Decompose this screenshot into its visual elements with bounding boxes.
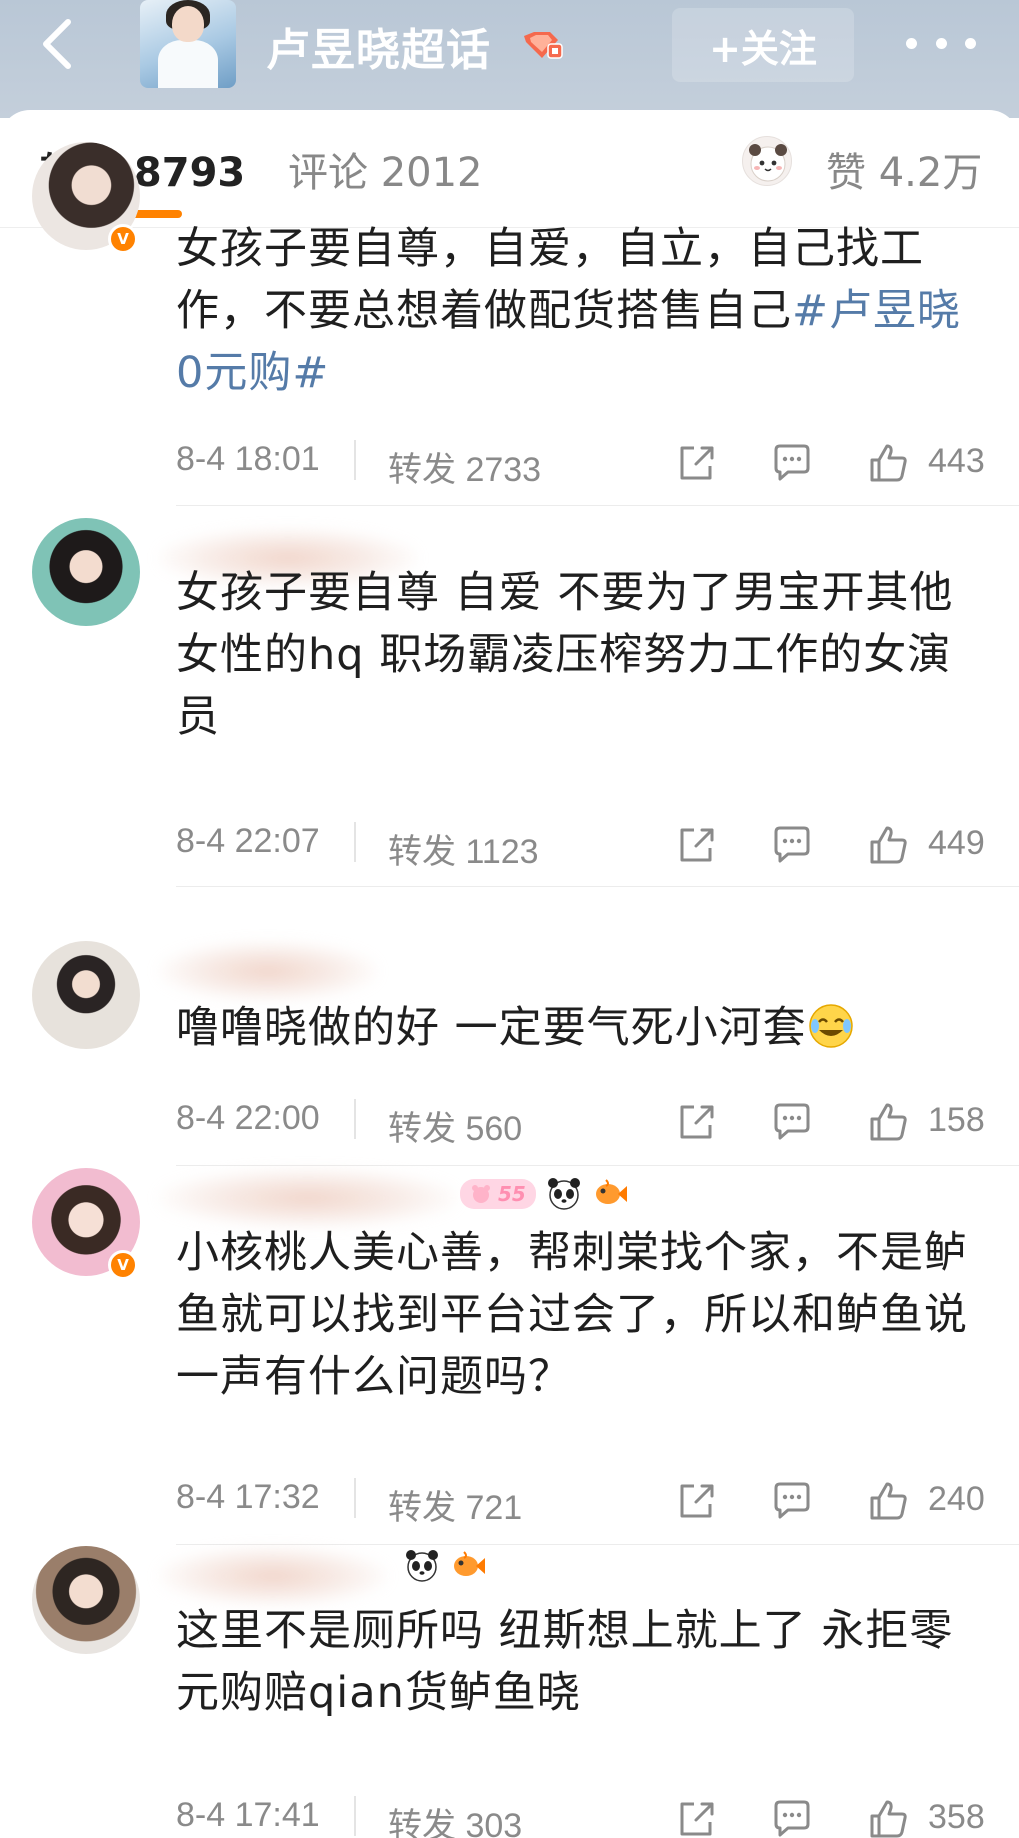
verified-badge-icon: V	[108, 224, 138, 254]
comment-meta: 8-4 17:41 转发 303 358	[176, 1796, 996, 1838]
fish-icon	[595, 1179, 627, 1204]
share-icon[interactable]	[674, 440, 718, 484]
timestamp: 8-4 17:41	[176, 1796, 320, 1834]
comment-icon[interactable]	[770, 440, 814, 484]
timestamp: 8-4 18:01	[176, 440, 320, 478]
panda-icon	[406, 1550, 438, 1582]
list-item[interactable]: 这里不是厕所吗 纽斯想上就上了 永拒零元购赔qian货鲈鱼晓 8-4 17:41…	[0, 1546, 1019, 1838]
like-count[interactable]: 240	[928, 1480, 985, 1519]
comment-icon[interactable]	[770, 1478, 814, 1522]
comment-text: 小核桃人美心善，帮刺棠找个家，不是鲈鱼就可以找到平台过会了，所以和鲈鱼说一声有什…	[176, 1228, 968, 1402]
meta-separator	[354, 1099, 356, 1139]
like-count[interactable]: 358	[928, 1798, 985, 1837]
thumbs-up-icon[interactable]	[866, 440, 910, 484]
panda-icon	[547, 1178, 580, 1210]
blurred-username	[158, 1546, 388, 1606]
share-icon[interactable]	[674, 822, 718, 866]
comment-meta: 8-4 18:01 转发 2733 443	[176, 440, 996, 489]
thumbs-up-icon[interactable]	[866, 1099, 910, 1143]
comment-body: 噜噜晓做的好 一定要气死小河套	[176, 1003, 807, 1053]
share-icon[interactable]	[674, 1796, 718, 1838]
repost-count[interactable]: 转发 303	[388, 1798, 522, 1838]
timestamp: 8-4 22:00	[176, 1099, 320, 1137]
comment-icon[interactable]	[770, 822, 814, 866]
verified-badge-icon: V	[108, 1250, 138, 1280]
meta-separator	[354, 1796, 356, 1836]
list-item[interactable]: 噜噜晓做的好 一定要气死小河套 8-4 22:00 转发 560 158	[0, 887, 1019, 1166]
repost-count[interactable]: 转发 2733	[388, 442, 541, 491]
repost-count[interactable]: 转发 560	[388, 1101, 522, 1150]
meta-separator	[354, 440, 356, 480]
comment-text: 女孩子要自尊，自爱，自立，自己找工作，不要总想着做配货搭售自己#卢昱晓0元购#	[176, 218, 986, 404]
comment-text: 这里不是厕所吗 纽斯想上就上了 永拒零元购赔qian货鲈鱼晓	[176, 1606, 954, 1718]
comment-text: 女孩子要自尊 自爱 不要为了男宝开其他女性的hq 职场霸凌压榨努力工作的女演员	[176, 568, 954, 742]
comment-meta: 8-4 22:07 转发 1123 449	[176, 822, 996, 871]
like-count[interactable]: 443	[928, 442, 985, 481]
comment-text: 噜噜晓做的好 一定要气死小河套	[176, 997, 986, 1059]
timestamp: 8-4 22:07	[176, 822, 320, 860]
avatar[interactable]	[32, 518, 140, 626]
avatar[interactable]	[32, 941, 140, 1049]
timestamp: 8-4 17:32	[176, 1478, 320, 1516]
repost-count[interactable]: 转发 721	[388, 1480, 522, 1529]
thumbs-up-icon[interactable]	[866, 1796, 910, 1838]
share-icon[interactable]	[674, 1099, 718, 1143]
comment-icon[interactable]	[770, 1099, 814, 1143]
fan-level-number: 55	[498, 1182, 526, 1206]
meta-separator	[354, 1478, 356, 1518]
list-item[interactable]: V 55 小核桃人美心善，帮刺棠找个家，不是鲈鱼就可以找到平台过会了，所以和鲈鱼…	[0, 1166, 1019, 1545]
divider	[176, 1544, 1019, 1545]
blurred-username	[158, 941, 378, 1001]
like-count[interactable]: 449	[928, 824, 985, 863]
fish-icon	[454, 1551, 485, 1576]
comment-icon[interactable]	[770, 1796, 814, 1838]
comment-meta: 8-4 22:00 转发 560 158	[176, 1099, 996, 1148]
bear-badge-icon	[472, 1185, 490, 1203]
comment-meta: 8-4 17:32 转发 721 240	[176, 1478, 996, 1527]
like-count[interactable]: 158	[928, 1101, 985, 1140]
repost-count[interactable]: 转发 1123	[388, 824, 539, 873]
blurred-username	[158, 1168, 458, 1228]
thumbs-up-icon[interactable]	[866, 822, 910, 866]
meta-separator	[354, 822, 356, 862]
laugh-cry-emoji-icon	[808, 1004, 853, 1048]
share-icon[interactable]	[674, 1478, 718, 1522]
avatar[interactable]	[32, 1546, 140, 1654]
user-badges: 55	[460, 1176, 628, 1212]
fan-level-badge: 55	[460, 1179, 536, 1209]
thumbs-up-icon[interactable]	[866, 1478, 910, 1522]
user-badges	[404, 1548, 486, 1584]
list-item[interactable]: 女孩子要自尊 自爱 不要为了男宝开其他女性的hq 职场霸凌压榨努力工作的女演员 …	[0, 506, 1019, 887]
